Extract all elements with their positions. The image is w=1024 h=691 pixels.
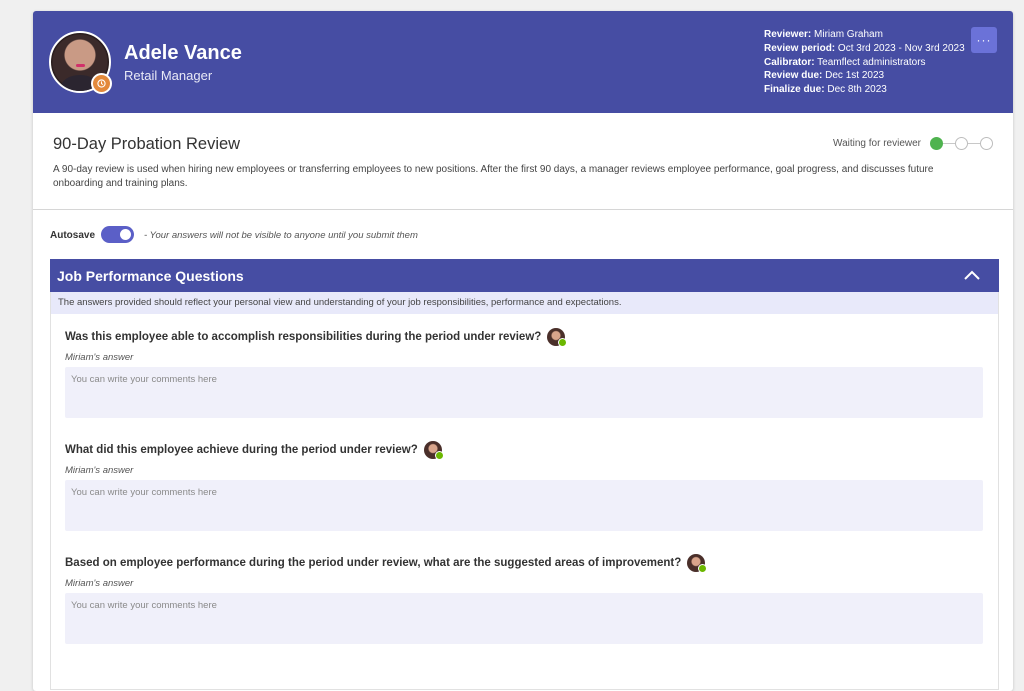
answer-label: Miriam's answer [65,578,134,589]
reviewer-value: Miriam Graham [814,29,883,40]
review-period-value: Oct 3rd 2023 - Nov 3rd 2023 [837,42,965,54]
review-header: Adele Vance Retail Manager Reviewer: Mir… [33,11,1013,113]
review-meta: Reviewer: Miriam Graham Review period: O… [764,28,965,97]
reviewer-avatar[interactable] [547,328,568,347]
question-3: Based on employee performance during the… [65,554,708,573]
step-2-dot [955,137,968,150]
finalize-due-label: Finalize due: [764,84,825,96]
calibrator-label: Calibrator: [764,56,815,68]
reviewer-avatar[interactable] [423,441,444,460]
answer-input[interactable]: You can write your comments here [65,480,983,531]
clock-icon [91,73,112,94]
question-text: Based on employee performance during the… [65,557,682,569]
question-text: Was this employee able to accomplish res… [65,331,542,343]
review-due-label: Review due: [764,70,823,82]
question-text: What did this employee achieve during th… [65,444,418,456]
online-status-icon [558,338,568,347]
answer-input[interactable]: You can write your comments here [65,367,983,418]
section-header[interactable]: Job Performance Questions [50,259,999,292]
autosave-note: - Your answers will not be visible to an… [144,230,418,241]
section-subtitle-bar: The answers provided should reflect your… [51,292,998,314]
progress-steps [930,137,994,150]
chevron-up-icon[interactable] [962,267,982,283]
employee-avatar[interactable] [49,31,112,94]
more-options-button[interactable]: ··· [971,27,997,53]
employee-name: Adele Vance [124,42,242,64]
finalize-due-value: Dec 8th 2023 [827,84,887,96]
reviewer-avatar[interactable] [687,554,708,573]
question-1: Was this employee able to accomplish res… [65,328,568,347]
online-status-icon [434,451,444,460]
step-3-dot [980,137,993,150]
review-title: 90-Day Probation Review [53,135,241,153]
reviewer-label: Reviewer: [764,29,812,40]
answer-input[interactable]: You can write your comments here [65,593,983,644]
review-status: Waiting for reviewer [833,138,921,149]
answer-placeholder: You can write your comments here [71,487,217,498]
job-performance-section: Job Performance Questions The answers pr… [50,259,999,690]
autosave-toggle[interactable] [101,226,134,243]
answer-placeholder: You can write your comments here [71,600,217,611]
section-subtitle: The answers provided should reflect your… [58,297,622,308]
step-1-dot [930,137,943,150]
divider [33,209,1013,210]
review-card: Adele Vance Retail Manager Reviewer: Mir… [33,11,1013,691]
review-period-label: Review period: [764,42,836,54]
calibrator-value: Teamflect administrators [817,56,926,68]
answer-placeholder: You can write your comments here [71,374,217,385]
review-due-value: Dec 1st 2023 [825,70,885,82]
answer-label: Miriam's answer [65,352,134,363]
question-2: What did this employee achieve during th… [65,441,444,460]
autosave-label: Autosave [50,230,96,241]
review-description: A 90-day review is used when hiring new … [53,164,934,189]
answer-label: Miriam's answer [65,465,134,476]
section-title: Job Performance Questions [57,268,244,284]
online-status-icon [698,564,708,573]
employee-role: Retail Manager [124,68,213,83]
